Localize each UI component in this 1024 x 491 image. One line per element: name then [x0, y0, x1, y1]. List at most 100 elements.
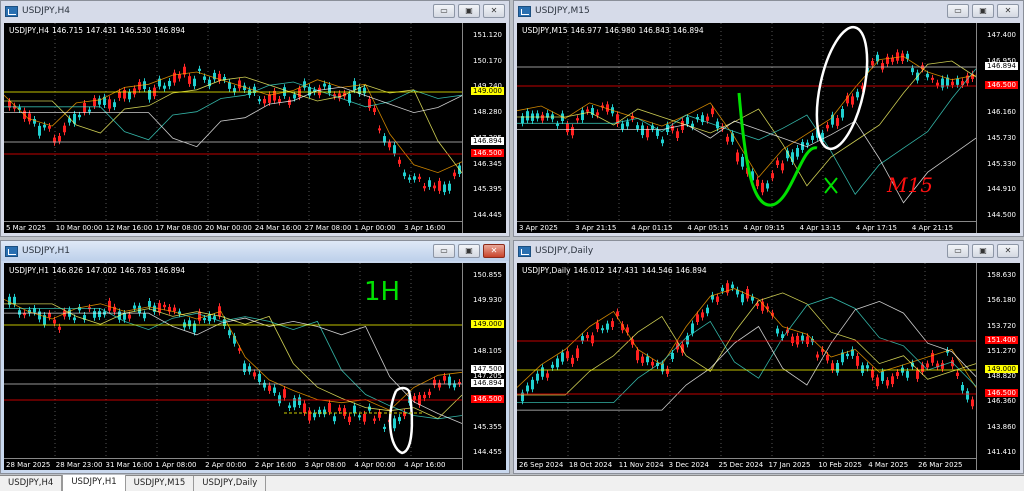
chart-tab-bar: USDJPY,H4 USDJPY,H1 USDJPY,M15 USDJPY,Da… [0, 475, 1024, 491]
price-tick-label: 143.860 [987, 422, 1016, 431]
minimize-button[interactable]: ▭ [433, 244, 455, 258]
window-titlebar[interactable]: USDJPY,H4 ▭ ▣ ✕ [1, 1, 509, 21]
maximize-button[interactable]: ▣ [458, 244, 480, 258]
candle-body [188, 76, 191, 84]
minimize-button[interactable]: ▭ [947, 244, 969, 258]
time-tick-label: 5 Mar 2025 [6, 224, 46, 232]
price-chart[interactable]: USDJPY,H4 146.715 147.431 146.530 146.894 151… [4, 23, 506, 233]
candle-body [393, 145, 396, 154]
time-axis[interactable]: 28 Mar 2025 28 Mar 23:00 31 Mar 16:00 1 Apr… [4, 458, 462, 470]
window-titlebar[interactable]: USDJPY,Daily ▭ ▣ ✕ [514, 241, 1023, 261]
candle-body [826, 124, 829, 129]
candle-body [716, 121, 719, 129]
price-chart[interactable]: USDJPY,Daily 146.012 147.431 144.546 146.894… [517, 263, 1020, 470]
candle-body [398, 159, 401, 164]
candle-body [811, 135, 814, 140]
candle-body [731, 284, 734, 289]
time-axis[interactable]: 26 Sep 2024 18 Oct 2024 11 Nov 2024 3 Dec 2… [517, 458, 976, 470]
candle-body [576, 348, 579, 358]
candle-body [971, 399, 974, 407]
maximize-button[interactable]: ▣ [458, 4, 480, 18]
time-tick-label: 24 Mar 16:00 [254, 224, 302, 232]
candle-body [706, 116, 709, 121]
candle-body [756, 179, 759, 187]
maximize-button[interactable]: ▣ [972, 4, 994, 18]
minimize-button[interactable]: ▭ [947, 4, 969, 18]
candle-body [891, 376, 894, 385]
candle-body [378, 128, 381, 131]
candle-body [871, 369, 874, 378]
candle-body [696, 314, 699, 323]
time-axis[interactable]: 3 Apr 2025 3 Apr 21:15 4 Apr 01:15 4 Apr 05… [517, 221, 976, 233]
candle-body [671, 125, 674, 131]
candle-body [303, 81, 306, 88]
close-button[interactable]: ✕ [483, 244, 505, 258]
candle-body [323, 83, 326, 87]
candle-body [571, 127, 574, 136]
candle-body [931, 77, 934, 80]
moving-average-line [517, 296, 977, 403]
candle-body [826, 354, 829, 361]
tab-usdjpy-m15[interactable]: USDJPY,M15 [126, 476, 195, 491]
window-titlebar[interactable]: USDJPY,M15 ▭ ▣ ✕ [514, 1, 1023, 21]
candle-body [886, 380, 889, 386]
candle-body [263, 98, 266, 104]
close-button[interactable]: ✕ [997, 244, 1019, 258]
candle-body [438, 382, 441, 388]
candle-body [646, 128, 649, 138]
close-button[interactable]: ✕ [997, 4, 1019, 18]
chart-window-icon [5, 245, 18, 257]
candle-body [163, 304, 166, 308]
candle-body [541, 367, 544, 377]
chart-window-icon [518, 5, 531, 17]
price-chart[interactable]: USDJPY,M15 146.977 146.980 146.843 146.894 14… [517, 23, 1020, 233]
price-tick-label: 153.720 [987, 321, 1016, 330]
time-tick-label: 4 Mar 2025 [868, 461, 909, 469]
minimize-button[interactable]: ▭ [433, 4, 455, 18]
candle-body [621, 123, 624, 130]
tab-usdjpy-h1[interactable]: USDJPY,H1 [62, 475, 126, 491]
chart-window-icon [5, 5, 18, 17]
chart-window-h4[interactable]: USDJPY,H4 ▭ ▣ ✕ USDJPY,H4 146.715 147.431 1… [0, 0, 510, 237]
ohlc-open: 146.977 [570, 26, 602, 35]
candle-body [596, 322, 599, 330]
candle-body [601, 328, 604, 331]
candle-body [148, 90, 151, 100]
time-axis[interactable]: 5 Mar 2025 10 Mar 00:00 12 Mar 16:00 17 Mar… [4, 221, 462, 233]
price-chart[interactable]: USDJPY,H1 146.826 147.002 146.783 146.894 150… [4, 263, 506, 470]
time-tick-label: 18 Oct 2024 [568, 461, 613, 469]
candle-body [158, 303, 161, 313]
maximize-button[interactable]: ▣ [972, 244, 994, 258]
candle-body [551, 364, 554, 368]
window-titlebar[interactable]: USDJPY,H1 ▭ ▣ ✕ [1, 241, 509, 261]
ohlc-close: 146.894 [154, 266, 186, 275]
time-tick-label: 10 Feb 2025 [818, 461, 862, 469]
time-tick-label: 4 Apr 17:15 [855, 224, 897, 232]
candle-body [113, 102, 116, 108]
tab-usdjpy-daily[interactable]: USDJPY,Daily [194, 476, 267, 491]
candle-body [606, 323, 609, 330]
candle-body [293, 94, 296, 99]
chart-window-daily[interactable]: USDJPY,Daily ▭ ▣ ✕ USDJPY,Daily 146.012 14… [513, 240, 1024, 474]
price-tick-label: 141.410 [987, 448, 1016, 456]
chart-window-m15[interactable]: USDJPY,M15 ▭ ▣ ✕ USDJPY,M15 146.977 146.98… [513, 0, 1024, 237]
ohlc-readout: USDJPY,M15 146.977 146.980 146.843 146.894 [522, 26, 707, 35]
candle-body [596, 112, 599, 116]
price-axis[interactable]: 147.400146.950146.600146.160145.730145.3… [976, 23, 1020, 233]
price-axis[interactable]: 150.855149.930149.000148.105147.205146.2… [462, 263, 506, 470]
candle-body [293, 398, 296, 408]
price-level-tag: 146.500 [471, 395, 504, 403]
candle-body [796, 148, 799, 157]
price-level-tag: 146.894 [985, 62, 1018, 70]
candle-body [418, 176, 421, 180]
chart-window-h1[interactable]: USDJPY,H1 ▭ ▣ ✕ USDJPY,H1 146.826 147.002 1… [0, 240, 510, 474]
time-tick-label: 3 Apr 16:00 [404, 224, 446, 232]
price-axis[interactable]: 151.120150.170149.240148.280147.295146.3… [462, 23, 506, 233]
candle-body [741, 294, 744, 303]
time-tick-label: 28 Mar 2025 [6, 461, 51, 469]
candle-body [966, 391, 969, 400]
close-button[interactable]: ✕ [483, 4, 505, 18]
tab-usdjpy-h4[interactable]: USDJPY,H4 [0, 476, 63, 491]
price-axis[interactable]: 158.630 156.180 153.720 151.270 148.820 146.3… [976, 263, 1020, 470]
candle-body [283, 87, 286, 96]
